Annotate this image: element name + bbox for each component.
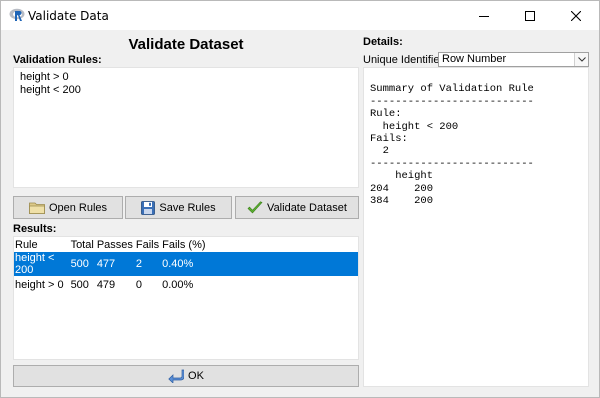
unique-identifier-label: Unique Identifier: (363, 54, 447, 66)
table-row[interactable]: height < 200 500 477 2 0.40% (14, 252, 358, 276)
details-line: Fails: (370, 133, 408, 146)
column-header-passes[interactable]: Passes (96, 237, 135, 252)
ok-button[interactable]: OK (13, 365, 359, 387)
column-header-fails[interactable]: Fails (135, 237, 161, 252)
save-rules-button[interactable]: Save Rules (125, 196, 232, 219)
cell-passes: 479 (96, 279, 116, 291)
cell-fails-pct: 0.00% (162, 279, 194, 291)
close-button[interactable] (553, 1, 599, 30)
validation-rules-editor[interactable]: height > 0 height < 200 (13, 67, 359, 188)
cell-total: 500 (70, 279, 89, 291)
maximize-button[interactable] (507, 1, 553, 30)
unique-identifier-value: Row Number (442, 53, 507, 65)
folder-icon (29, 201, 45, 214)
column-header-fails-pct[interactable]: Fails (%) (161, 237, 358, 252)
title-bar: Validate Data (1, 1, 599, 30)
details-line: -------------------------- (370, 95, 534, 108)
validate-data-window: Validate Data Validate Dataset Validatio… (0, 0, 600, 398)
chevron-down-icon[interactable] (574, 53, 588, 66)
rule-line: height < 200 (20, 84, 81, 96)
details-label: Details: (363, 36, 403, 48)
save-rules-label: Save Rules (159, 201, 216, 214)
validate-dataset-button[interactable]: Validate Dataset (235, 196, 359, 219)
details-line: 2 (370, 145, 389, 158)
details-line: 384 200 (370, 195, 434, 208)
ok-label: OK (188, 370, 204, 382)
cell-rule: height < 200 (14, 252, 70, 276)
column-header-total[interactable]: Total (70, 237, 96, 252)
r-logo-icon (9, 8, 25, 22)
results-header-row: Rule Total Passes Fails Fails (%) (14, 237, 358, 252)
open-rules-button[interactable]: Open Rules (13, 196, 123, 219)
details-line: 204 200 (370, 182, 434, 195)
column-header-rule[interactable]: Rule (14, 237, 70, 252)
floppy-disk-icon (141, 200, 156, 215)
cell-rule: height > 0 (15, 279, 64, 291)
rule-line: height > 0 (20, 71, 69, 83)
cell-fails: 2 (134, 252, 162, 276)
table-row[interactable]: height > 0 500 479 0 0.00% (14, 276, 358, 294)
unique-identifier-select[interactable]: Row Number (438, 52, 589, 67)
results-table[interactable]: Rule Total Passes Fails Fails (%) height… (13, 236, 359, 360)
results-label: Results: (13, 223, 57, 235)
cell-passes: 477 (95, 252, 135, 276)
minimize-button[interactable] (461, 1, 507, 30)
checkmark-icon (247, 200, 263, 215)
cell-fails: 0 (135, 279, 143, 291)
details-line: height (370, 170, 434, 183)
details-line: Summary of Validation Rule (370, 83, 534, 96)
return-arrow-icon (168, 369, 185, 383)
details-line: Rule: (370, 108, 402, 121)
details-line: height < 200 (370, 120, 459, 133)
details-output: Summary of Validation Rule --------------… (363, 67, 589, 387)
page-title: Validate Dataset (128, 36, 244, 53)
details-line: -------------------------- (370, 157, 534, 170)
open-rules-label: Open Rules (48, 201, 108, 214)
window-title: Validate Data (28, 9, 109, 23)
validate-dataset-label: Validate Dataset (267, 201, 347, 214)
cell-fails-pct: 0.40% (161, 252, 358, 276)
cell-total: 500 (69, 252, 96, 276)
validation-rules-label: Validation Rules: (13, 54, 102, 66)
